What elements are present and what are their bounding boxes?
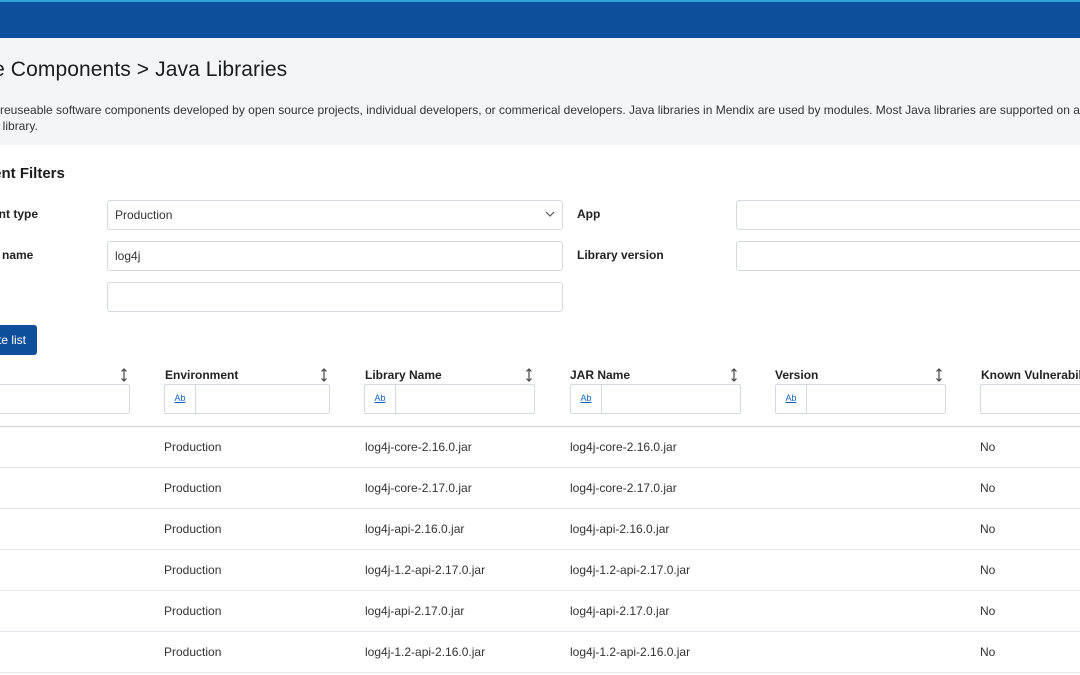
filter-type-button[interactable]: Ab bbox=[776, 385, 807, 413]
table-row[interactable]: Production log4j-core-2.17.0.jar log4j-c… bbox=[0, 468, 1080, 509]
column-filter-version[interactable]: Ab bbox=[775, 384, 946, 414]
cell-jar-name: log4j-api-2.16.0.jar bbox=[570, 522, 670, 536]
sort-icon[interactable] bbox=[935, 368, 943, 382]
chevron-down-icon bbox=[545, 211, 555, 217]
column-header-jar-name[interactable]: JAR Name bbox=[570, 368, 630, 382]
library-version-input[interactable] bbox=[736, 241, 1080, 271]
filter-type-button[interactable]: Ab bbox=[571, 385, 602, 413]
cell-environment: Production bbox=[164, 604, 222, 618]
column-filter-known-vulnerabilities[interactable] bbox=[980, 384, 1080, 414]
cell-library-name: log4j-1.2-api-2.16.0.jar bbox=[365, 645, 486, 659]
cell-known-vulnerabilities: No bbox=[980, 604, 996, 618]
environment-type-label: ent type bbox=[0, 207, 39, 221]
filter-type-button[interactable]: Ab bbox=[165, 385, 196, 413]
sort-icon[interactable] bbox=[120, 368, 128, 382]
cell-library-name: log4j-1.2-api-2.17.0.jar bbox=[365, 563, 486, 577]
filters-title: nent Filters bbox=[0, 165, 65, 182]
cell-environment: Production bbox=[164, 440, 222, 454]
cell-jar-name: log4j-core-2.16.0.jar bbox=[570, 440, 677, 454]
cell-known-vulnerabilities: No bbox=[980, 481, 996, 495]
sort-icon[interactable] bbox=[525, 368, 533, 382]
column-filter-first[interactable] bbox=[0, 384, 130, 414]
cell-library-name: log4j-core-2.17.0.jar bbox=[365, 481, 472, 495]
column-header-environment[interactable]: Environment bbox=[165, 368, 238, 382]
table-row[interactable]: Production log4j-1.2-api-2.16.0.jar log4… bbox=[0, 632, 1080, 673]
column-filter-library-name[interactable]: Ab bbox=[364, 384, 535, 414]
cell-environment: Production bbox=[164, 481, 222, 495]
page-description-line-2: he library. bbox=[0, 119, 38, 133]
library-version-label: Library version bbox=[577, 248, 664, 262]
cell-jar-name: log4j-core-2.17.0.jar bbox=[570, 481, 677, 495]
page-title: re Components > Java Libraries bbox=[0, 58, 288, 81]
column-header-known-vulnerabilities[interactable]: Known Vulnerabilit bbox=[981, 368, 1080, 382]
column-filter-environment[interactable]: Ab bbox=[164, 384, 330, 414]
library-name-value: log4j bbox=[115, 249, 141, 263]
table-row[interactable]: Production log4j-api-2.16.0.jar log4j-ap… bbox=[0, 509, 1080, 550]
environment-type-value: Production bbox=[115, 208, 173, 222]
extra-filter-input[interactable] bbox=[107, 282, 563, 312]
app-field[interactable] bbox=[736, 200, 1080, 230]
cell-environment: Production bbox=[164, 563, 222, 577]
cell-jar-name: log4j-1.2-api-2.16.0.jar bbox=[570, 645, 691, 659]
top-navigation-bar bbox=[0, 0, 1080, 38]
environment-type-select[interactable]: Production bbox=[107, 200, 563, 230]
cell-library-name: log4j-api-2.17.0.jar bbox=[365, 604, 465, 618]
table-row[interactable]: Production log4j-api-2.17.0.jar log4j-ap… bbox=[0, 591, 1080, 632]
page-description: re reuseable software components develop… bbox=[0, 102, 1080, 134]
table-row[interactable]: Production log4j-core-2.16.0.jar log4j-c… bbox=[0, 427, 1080, 468]
cell-environment: Production bbox=[164, 645, 222, 659]
cell-library-name: log4j-api-2.16.0.jar bbox=[365, 522, 465, 536]
cell-known-vulnerabilities: No bbox=[980, 645, 996, 659]
page-description-line-1: re reuseable software components develop… bbox=[0, 103, 1080, 117]
column-header-library-name[interactable]: Library Name bbox=[365, 368, 442, 382]
cell-jar-name: log4j-1.2-api-2.17.0.jar bbox=[570, 563, 691, 577]
filter-type-button[interactable]: Ab bbox=[365, 385, 396, 413]
sort-icon[interactable] bbox=[730, 368, 738, 382]
cell-known-vulnerabilities: No bbox=[980, 522, 996, 536]
column-header-version[interactable]: Version bbox=[775, 368, 818, 382]
library-name-label: y name bbox=[0, 248, 34, 262]
library-name-input[interactable]: log4j bbox=[107, 241, 563, 271]
page-header: re Components > Java Libraries re reusea… bbox=[0, 38, 1080, 145]
column-filter-jar-name[interactable]: Ab bbox=[570, 384, 741, 414]
update-list-button[interactable]: te list bbox=[0, 325, 37, 355]
cell-environment: Production bbox=[164, 522, 222, 536]
sort-icon[interactable] bbox=[320, 368, 328, 382]
cell-jar-name: log4j-api-2.17.0.jar bbox=[570, 604, 670, 618]
cell-known-vulnerabilities: No bbox=[980, 440, 996, 454]
app-label: App bbox=[577, 207, 601, 221]
cell-known-vulnerabilities: No bbox=[980, 563, 996, 577]
cell-library-name: log4j-core-2.16.0.jar bbox=[365, 440, 472, 454]
table-row[interactable]: Production log4j-1.2-api-2.17.0.jar log4… bbox=[0, 550, 1080, 591]
